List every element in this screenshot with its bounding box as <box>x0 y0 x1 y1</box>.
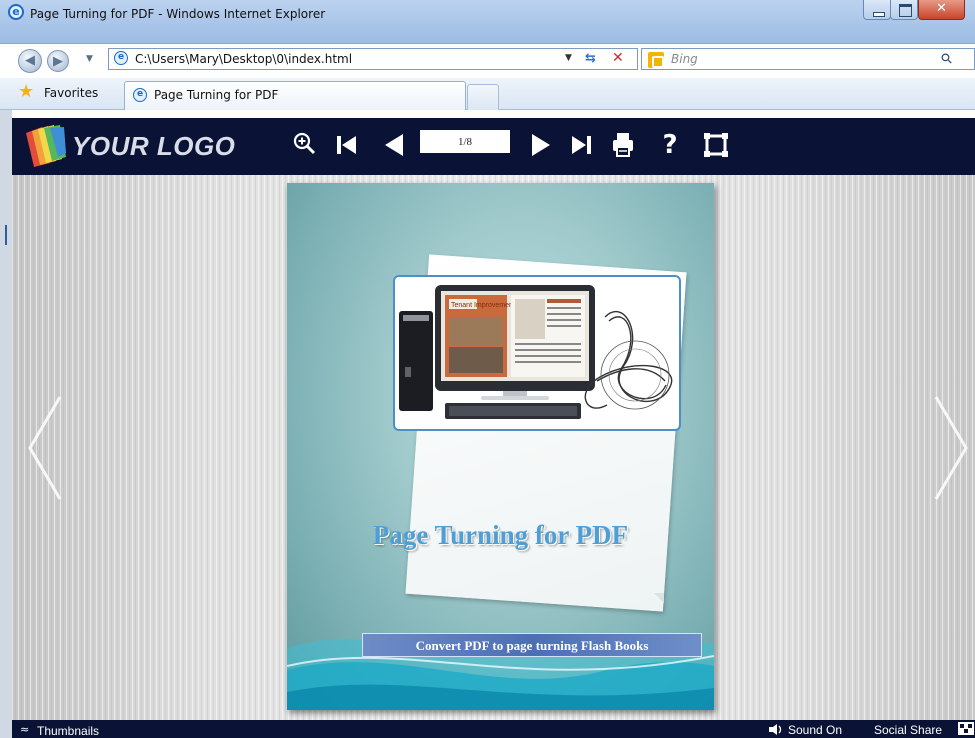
maximize-button[interactable] <box>890 0 918 20</box>
cover-title: Page Turning for PDF <box>372 520 629 550</box>
computer-illustration: Tenant Improvement <box>399 285 673 419</box>
forward-arrow-icon: ▶ <box>53 54 63 69</box>
page-ie-icon: e <box>114 51 128 65</box>
flipbook-bottom-bar: ≈ Thumbnails Sound On Social Share <box>12 720 975 738</box>
last-page-button[interactable] <box>566 128 596 162</box>
recent-pages-dropdown-icon[interactable]: ▼ <box>86 54 93 64</box>
fullscreen-button[interactable] <box>701 128 731 162</box>
forward-button[interactable]: ▶ <box>47 50 69 72</box>
speaker-icon <box>769 724 782 735</box>
window-left-edge <box>0 110 12 738</box>
previous-page-icon <box>385 134 403 156</box>
address-dropdown-icon[interactable]: ▼ <box>565 53 572 63</box>
previous-arrow-icon[interactable] <box>24 393 68 503</box>
first-page-icon <box>337 136 356 154</box>
social-share-label: Social Share <box>874 723 943 737</box>
close-button[interactable]: ✕ <box>918 0 965 20</box>
tab-label: Page Turning for PDF <box>154 88 279 102</box>
chevron-up-icon: ≈ <box>20 723 30 736</box>
share-icon <box>958 722 974 735</box>
print-button[interactable] <box>608 128 638 162</box>
zoom-in-icon <box>293 132 316 155</box>
help-icon: ? <box>662 130 678 160</box>
subtitle-banner: Convert PDF to page turning Flash Books <box>362 633 702 657</box>
back-button[interactable]: ◀ <box>18 49 42 73</box>
first-page-button[interactable] <box>332 128 362 162</box>
tab-ie-icon: e <box>133 88 147 102</box>
star-icon: ★ <box>18 81 35 102</box>
title-bar: e Page Turning for PDF - Windows Interne… <box>0 0 975 44</box>
last-page-icon <box>572 136 591 154</box>
page-curl <box>654 593 664 603</box>
cover-subtitle: Convert PDF to page turning Flash Books <box>415 638 649 653</box>
zoom-in-button[interactable] <box>290 128 320 162</box>
fullscreen-icon <box>704 133 728 157</box>
wave-decoration <box>287 637 714 710</box>
window-title: Page Turning for PDF - Windows Internet … <box>30 7 326 21</box>
favorites-label: Favorites <box>44 86 99 100</box>
new-tab-button[interactable] <box>467 84 499 110</box>
social-share-button[interactable]: Social Share <box>874 722 975 737</box>
minimize-button[interactable] <box>863 0 891 20</box>
help-button[interactable]: ? <box>655 128 685 162</box>
logo-text: YOUR LOGO <box>72 131 236 161</box>
previous-page-button[interactable] <box>379 128 409 162</box>
stop-icon[interactable]: ✕ <box>612 50 624 66</box>
sound-toggle-button[interactable]: Sound On <box>768 722 864 737</box>
sound-label: Sound On <box>788 723 843 737</box>
cover-illustration: Tenant Improvement <box>393 275 681 431</box>
screen-heading: Tenant Improvement <box>451 302 515 309</box>
next-page-icon <box>532 134 550 156</box>
next-arrow-icon[interactable] <box>928 393 972 503</box>
tab-page-turning[interactable]: e Page Turning for PDF <box>124 81 466 110</box>
thumbnails-label: Thumbnails <box>37 724 100 738</box>
search-bar[interactable]: Bing ⚲ <box>641 48 975 70</box>
ie-logo-icon: e <box>8 4 24 20</box>
address-url[interactable]: C:\Users\Mary\Desktop\0\index.html <box>135 52 352 66</box>
page-number-input[interactable] <box>420 130 510 153</box>
flipbook-toolbar: YOUR LOGO 1/8 ? <box>12 118 975 175</box>
logo-icon <box>26 125 66 167</box>
search-input[interactable]: Bing <box>671 52 698 66</box>
next-page-button[interactable] <box>526 128 556 162</box>
address-bar[interactable]: e C:\Users\Mary\Desktop\0\index.html ▼ ⇆… <box>108 48 638 70</box>
search-icon[interactable]: ⚲ <box>938 50 957 69</box>
flipbook-viewer: Tenant Improvement Page Turning for PDF … <box>12 175 975 720</box>
book-cover-page[interactable]: Tenant Improvement Page Turning for PDF … <box>287 183 714 710</box>
favorites-bar: ★ Favorites e Page Turning for PDF <box>0 78 975 110</box>
close-icon: ✕ <box>936 1 947 16</box>
refresh-icon[interactable]: ⇆ <box>585 51 596 66</box>
bing-icon <box>648 52 664 68</box>
print-icon <box>613 133 633 157</box>
back-arrow-icon: ◀ <box>25 53 35 68</box>
